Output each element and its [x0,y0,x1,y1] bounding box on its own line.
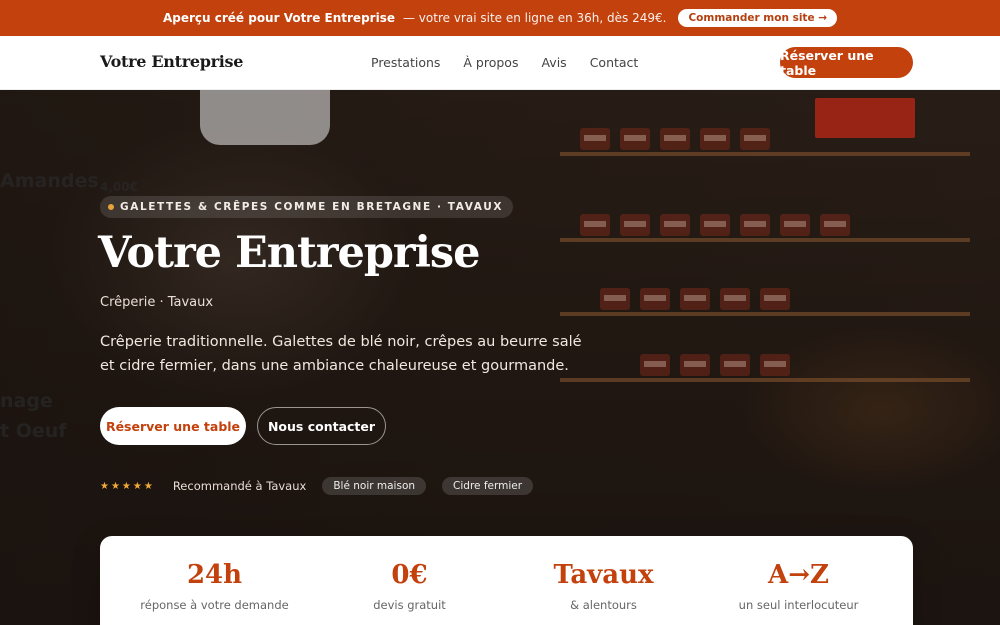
jar [740,214,770,236]
stat-value: Tavaux [553,560,654,590]
sign-text: Amandes [0,170,99,192]
stat-label: réponse à votre demande [140,598,289,612]
sign-text: 4,00€ [100,180,138,194]
jar [680,354,710,376]
brand-logo[interactable]: Votre Entreprise [100,52,243,71]
stat-label: un seul interlocuteur [738,598,859,612]
shelf [560,152,970,156]
jar [640,288,670,310]
stat-label: devis gratuit [373,598,446,612]
promo-text: — votre vrai site en ligne en 36h, dès 2… [402,11,667,25]
stat-item: 24h réponse à votre demande [113,560,316,612]
jar [700,214,730,236]
jar [660,128,690,150]
stat-value: 0€ [391,560,428,590]
feature-pill: Cidre fermier [442,477,534,495]
stat-item: A→Z un seul interlocuteur [697,560,900,612]
stat-value: A→Z [768,560,829,590]
shelf [560,238,970,242]
rating-text: Recommandé à Tavaux [172,479,307,493]
rating-stars-icon: ★★★★★ [100,480,155,492]
hero-title: Votre Entreprise [98,228,480,278]
hero-subtitle: Crêperie · Tavaux [100,295,214,310]
sign-text: nage [0,390,53,412]
jar [640,354,670,376]
nav-links: Prestations À propos Avis Contact [371,55,638,70]
stat-item: 0€ devis gratuit [308,560,511,612]
navbar: Votre Entreprise Prestations À propos Av… [0,36,1000,90]
jar [760,354,790,376]
nav-link-prestations[interactable]: Prestations [371,55,440,70]
jar [720,288,750,310]
jar [740,128,770,150]
nav-link-contact[interactable]: Contact [590,55,639,70]
jar [700,128,730,150]
stat-value: 24h [186,560,243,590]
heat-lamp-shape [815,98,915,138]
jar [780,214,810,236]
promo-lead: Aperçu créé pour Votre Entreprise [162,11,395,25]
tagline-dot-icon [108,204,114,210]
reserve-table-button[interactable]: Réserver une table [100,407,246,445]
hero-description: Crêperie traditionnelle. Galettes de blé… [100,334,582,374]
stat-label: & alentours [570,598,637,612]
promo-banner: Aperçu créé pour Votre Entreprise — votr… [0,0,1000,36]
shelf [560,378,970,382]
jar [620,128,650,150]
jar [580,214,610,236]
stats-card: 24h réponse à votre demande 0€ devis gra… [100,536,913,625]
chef-hat-shape [200,90,330,145]
social-proof: ★★★★★ Recommandé à Tavaux Blé noir maiso… [100,476,534,496]
jar [820,214,850,236]
feature-pill: Blé noir maison [322,477,427,495]
shelf [560,312,970,316]
stat-item: Tavaux & alentours [502,560,705,612]
nav-link-avis[interactable]: Avis [541,55,566,70]
jar [720,354,750,376]
nav-reserve-button[interactable]: Réserver une table [780,47,913,78]
tagline-text: GALETTES & CRÊPES COMME EN BRETAGNE · TA… [120,201,504,213]
nav-link-a-propos[interactable]: À propos [463,55,518,70]
jar [600,288,630,310]
contact-us-button[interactable]: Nous contacter [257,407,386,445]
sign-text: t Oeuf [0,420,67,442]
jar [620,214,650,236]
jar [760,288,790,310]
jar [580,128,610,150]
jar [660,214,690,236]
order-site-button[interactable]: Commander mon site → [678,9,838,27]
hero-tagline: GALETTES & CRÊPES COMME EN BRETAGNE · TA… [100,196,514,218]
jar [680,288,710,310]
